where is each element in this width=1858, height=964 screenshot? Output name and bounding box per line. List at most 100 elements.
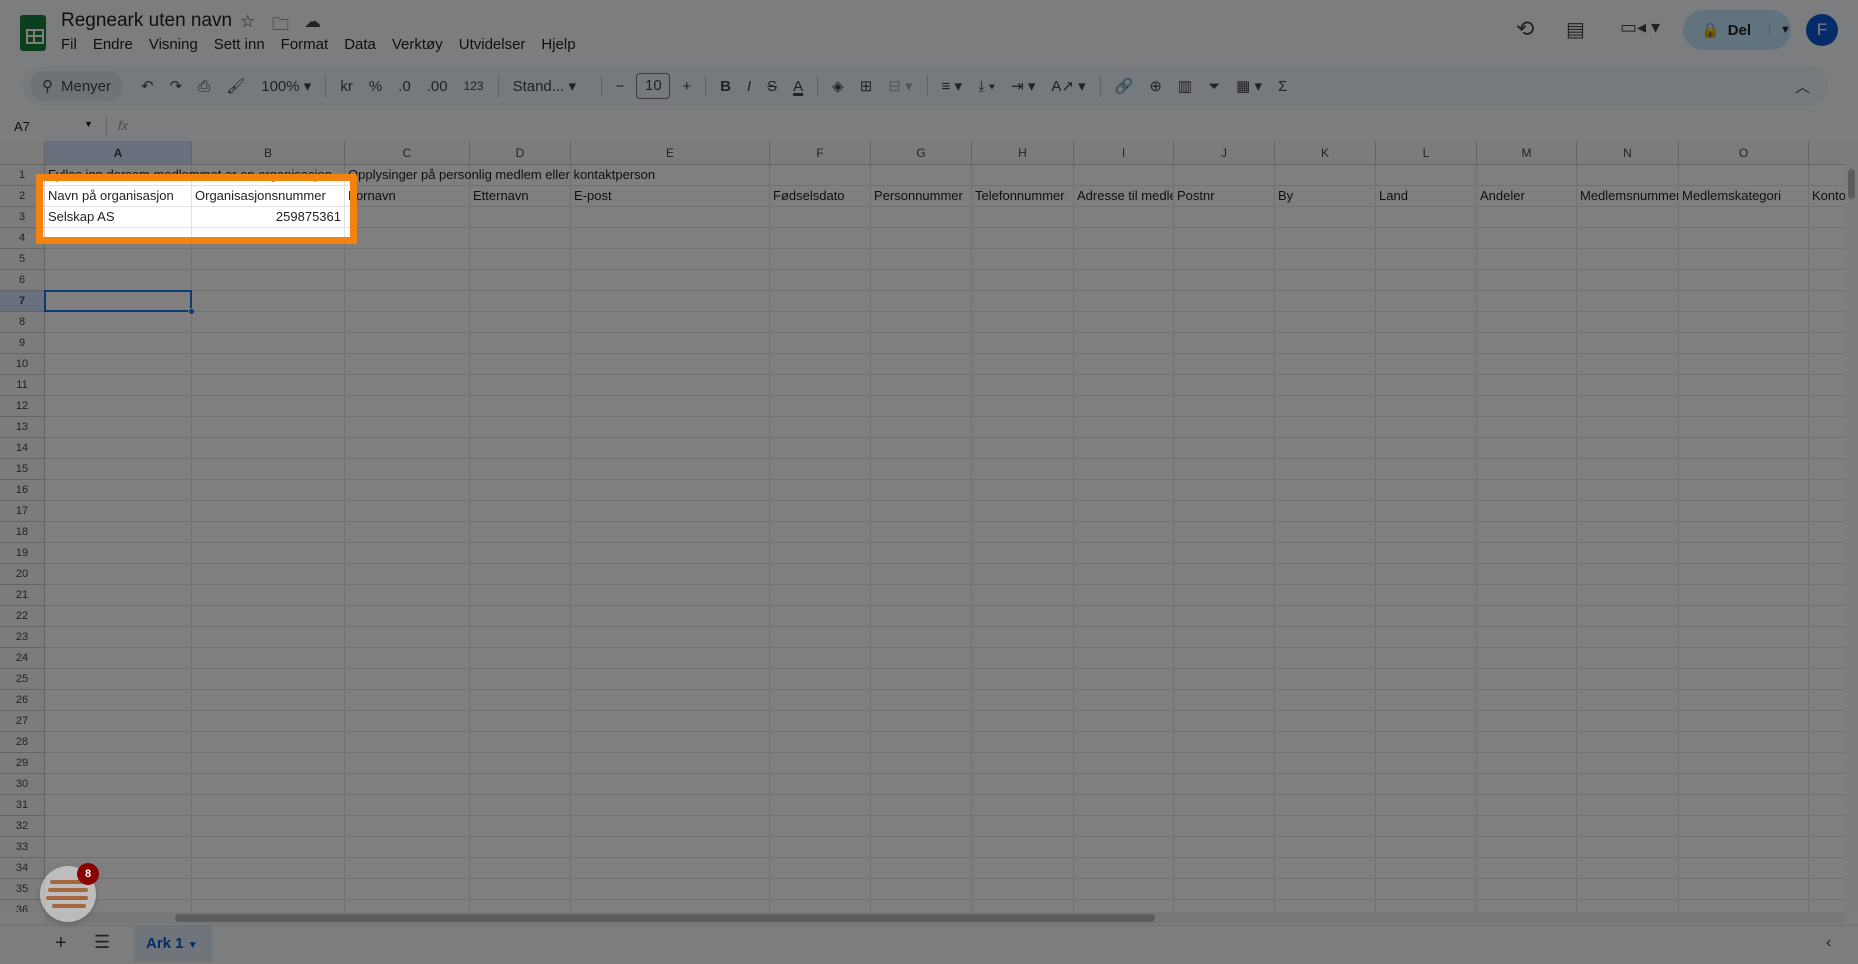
cell-N30[interactable] bbox=[1577, 774, 1679, 795]
cell-A6[interactable] bbox=[45, 270, 192, 291]
cell-F20[interactable] bbox=[770, 564, 871, 585]
cell-O9[interactable] bbox=[1679, 333, 1809, 354]
cell-G28[interactable] bbox=[871, 732, 972, 753]
menu-data[interactable]: Data bbox=[344, 36, 376, 53]
cell-H7[interactable] bbox=[972, 291, 1074, 312]
cell-D28[interactable] bbox=[470, 732, 571, 753]
cell-O6[interactable] bbox=[1679, 270, 1809, 291]
cell-N16[interactable] bbox=[1577, 480, 1679, 501]
cell-A16[interactable] bbox=[45, 480, 192, 501]
cell-C12[interactable] bbox=[345, 396, 470, 417]
cell-I1[interactable] bbox=[1074, 165, 1174, 186]
cell-H9[interactable] bbox=[972, 333, 1074, 354]
print-icon[interactable]: ⎙ bbox=[190, 78, 218, 95]
cell-A33[interactable] bbox=[45, 837, 192, 858]
cell-K32[interactable] bbox=[1275, 816, 1376, 837]
cell-N4[interactable] bbox=[1577, 228, 1679, 249]
cell-G9[interactable] bbox=[871, 333, 972, 354]
share-button[interactable]: 🔒 Del ▼ bbox=[1683, 10, 1791, 50]
name-box-dropdown-icon[interactable]: ▼ bbox=[84, 119, 93, 129]
cell-I32[interactable] bbox=[1074, 816, 1174, 837]
cell-G35[interactable] bbox=[871, 879, 972, 900]
cell-M31[interactable] bbox=[1477, 795, 1577, 816]
cell-G23[interactable] bbox=[871, 627, 972, 648]
cell-F7[interactable] bbox=[770, 291, 871, 312]
cell-J7[interactable] bbox=[1174, 291, 1275, 312]
cell-H17[interactable] bbox=[972, 501, 1074, 522]
cell-O27[interactable] bbox=[1679, 711, 1809, 732]
fill-color-icon[interactable]: ◈ bbox=[824, 77, 852, 95]
cell-M32[interactable] bbox=[1477, 816, 1577, 837]
cell-C10[interactable] bbox=[345, 354, 470, 375]
cell-H2[interactable]: Telefonnummer bbox=[972, 186, 1074, 207]
cell-C26[interactable] bbox=[345, 690, 470, 711]
cell-P21[interactable] bbox=[1809, 585, 1845, 606]
menu-fil[interactable]: Fil bbox=[61, 36, 77, 53]
cell-A20[interactable] bbox=[45, 564, 192, 585]
cell-N31[interactable] bbox=[1577, 795, 1679, 816]
cell-H14[interactable] bbox=[972, 438, 1074, 459]
cell-M2[interactable]: Andeler bbox=[1477, 186, 1577, 207]
meet-icon[interactable]: ▭◂ ▾ bbox=[1620, 17, 1660, 38]
cloud-saved-icon[interactable]: ☁ bbox=[304, 12, 321, 32]
cell-G27[interactable] bbox=[871, 711, 972, 732]
cell-E9[interactable] bbox=[571, 333, 770, 354]
undo-icon[interactable]: ↶ bbox=[133, 77, 162, 95]
cell-A32[interactable] bbox=[45, 816, 192, 837]
cell-K23[interactable] bbox=[1275, 627, 1376, 648]
cell-J35[interactable] bbox=[1174, 879, 1275, 900]
cell-P18[interactable] bbox=[1809, 522, 1845, 543]
cell-H35[interactable] bbox=[972, 879, 1074, 900]
cell-I2[interactable]: Adresse til medlem bbox=[1074, 186, 1174, 207]
cell-C24[interactable] bbox=[345, 648, 470, 669]
cell-O15[interactable] bbox=[1679, 459, 1809, 480]
row-header-28[interactable]: 28 bbox=[0, 732, 45, 753]
cell-F30[interactable] bbox=[770, 774, 871, 795]
cell-A31[interactable] bbox=[45, 795, 192, 816]
merge-cells-icon[interactable]: ⊟ ▾ bbox=[880, 77, 920, 95]
row-header-14[interactable]: 14 bbox=[0, 438, 45, 459]
cell-O17[interactable] bbox=[1679, 501, 1809, 522]
comments-icon[interactable]: ▤ bbox=[1566, 17, 1585, 42]
cell-G10[interactable] bbox=[871, 354, 972, 375]
cell-E17[interactable] bbox=[571, 501, 770, 522]
cell-M11[interactable] bbox=[1477, 375, 1577, 396]
column-header-K[interactable]: K bbox=[1275, 141, 1376, 165]
cell-F28[interactable] bbox=[770, 732, 871, 753]
cell-F21[interactable] bbox=[770, 585, 871, 606]
cell-A15[interactable] bbox=[45, 459, 192, 480]
cell-H22[interactable] bbox=[972, 606, 1074, 627]
cell-N19[interactable] bbox=[1577, 543, 1679, 564]
cell-B7[interactable] bbox=[192, 291, 345, 312]
cell-E25[interactable] bbox=[571, 669, 770, 690]
cell-C25[interactable] bbox=[345, 669, 470, 690]
column-header-E[interactable]: E bbox=[571, 141, 770, 165]
cell-N15[interactable] bbox=[1577, 459, 1679, 480]
cell-G18[interactable] bbox=[871, 522, 972, 543]
cell-I5[interactable] bbox=[1074, 249, 1174, 270]
cell-F12[interactable] bbox=[770, 396, 871, 417]
column-header-P[interactable] bbox=[1809, 141, 1845, 165]
cell-J12[interactable] bbox=[1174, 396, 1275, 417]
zoom-select[interactable]: 100% ▾ bbox=[253, 77, 319, 95]
cell-F29[interactable] bbox=[770, 753, 871, 774]
cell-H30[interactable] bbox=[972, 774, 1074, 795]
cell-E7[interactable] bbox=[571, 291, 770, 312]
cell-O11[interactable] bbox=[1679, 375, 1809, 396]
cell-O24[interactable] bbox=[1679, 648, 1809, 669]
cell-I27[interactable] bbox=[1074, 711, 1174, 732]
cell-E2[interactable]: E-post bbox=[571, 186, 770, 207]
cell-G29[interactable] bbox=[871, 753, 972, 774]
cell-I7[interactable] bbox=[1074, 291, 1174, 312]
cell-I24[interactable] bbox=[1074, 648, 1174, 669]
cell-L14[interactable] bbox=[1376, 438, 1477, 459]
cell-N17[interactable] bbox=[1577, 501, 1679, 522]
row-header-31[interactable]: 31 bbox=[0, 795, 45, 816]
cell-L29[interactable] bbox=[1376, 753, 1477, 774]
cell-H15[interactable] bbox=[972, 459, 1074, 480]
cell-G21[interactable] bbox=[871, 585, 972, 606]
cell-M25[interactable] bbox=[1477, 669, 1577, 690]
cell-L34[interactable] bbox=[1376, 858, 1477, 879]
cell-E6[interactable] bbox=[571, 270, 770, 291]
cell-K26[interactable] bbox=[1275, 690, 1376, 711]
